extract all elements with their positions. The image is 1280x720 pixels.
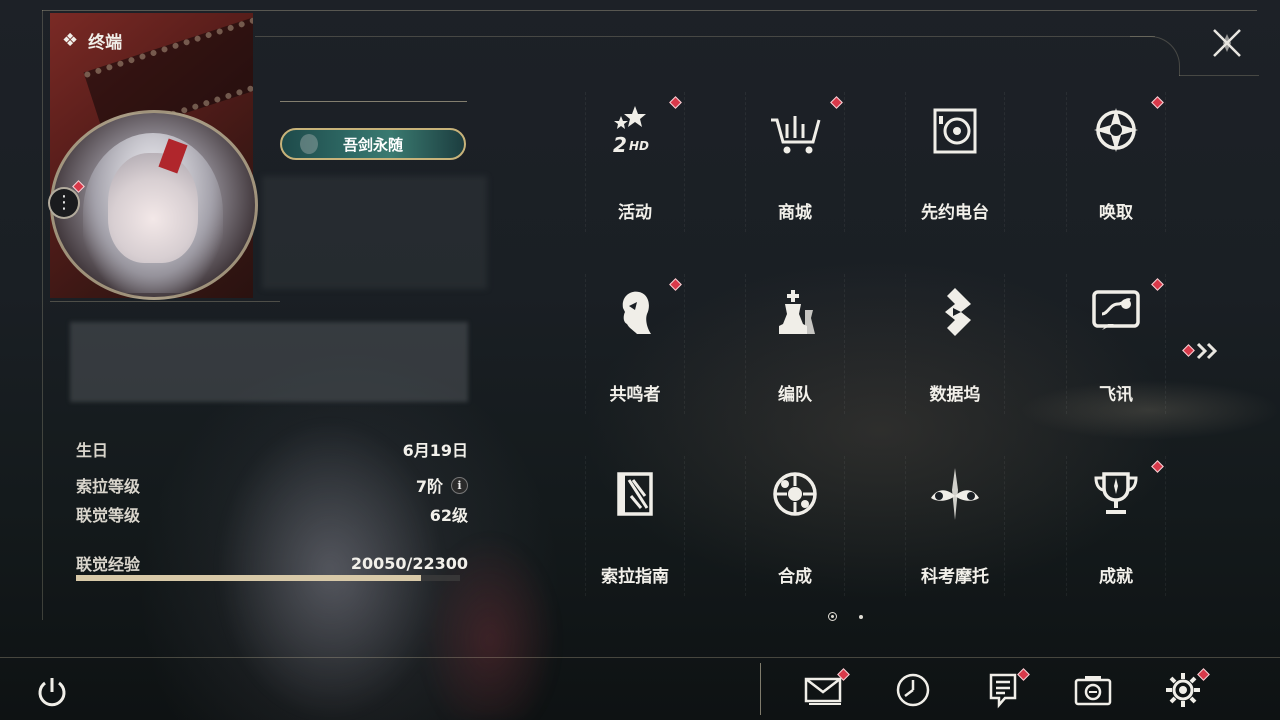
page-dot[interactable]	[859, 614, 863, 619]
frame-line-left	[42, 10, 43, 620]
menu-item-label: 活动	[618, 203, 652, 223]
menu-item-label: 科考摩托	[921, 567, 989, 587]
frame-line-right	[1179, 75, 1259, 76]
title-badge-icon	[300, 134, 318, 154]
guidebook-icon	[617, 472, 653, 516]
next-page-button[interactable]	[1180, 338, 1224, 364]
event-2hd-icon: 2 HD	[613, 106, 649, 157]
menu-item-label: 合成	[778, 567, 812, 587]
stat-label: 索拉等级	[76, 477, 141, 496]
menu-item-events[interactable]: 2 HD 活动	[585, 92, 685, 232]
power-icon	[38, 678, 66, 707]
more-vertical-icon: ⋮	[55, 192, 73, 213]
camera-icon	[1074, 676, 1112, 706]
close-icon	[1213, 29, 1241, 57]
settings-button[interactable]	[1163, 668, 1210, 710]
resonator-head-icon	[622, 291, 651, 334]
exp-progress-fill	[76, 575, 422, 581]
frame-line-top	[42, 10, 1257, 11]
stat-sol-rank: 索拉等级 7阶 i	[76, 473, 468, 497]
exp-value: 20050/22300	[350, 553, 468, 573]
frame-line-inner	[255, 36, 1155, 37]
terminal-diamond-icon: ❖	[62, 30, 79, 51]
menu-item-data-bank[interactable]: 数据坞	[905, 274, 1005, 414]
mail-icon	[804, 677, 842, 705]
camera-button[interactable]	[1073, 670, 1113, 710]
menu-item-label: 成就	[1099, 567, 1133, 587]
page-title: ❖ 终端	[62, 28, 122, 53]
menu-item-guidebook[interactable]: 索拉指南	[585, 456, 685, 596]
stat-birthday: 生日 6月19日	[76, 437, 468, 461]
stat-value: 6月19日	[402, 441, 468, 460]
stat-value: 62级	[429, 506, 468, 525]
stat-label: 生日	[76, 441, 109, 460]
menu-item-resonators[interactable]: 共鸣者	[585, 274, 685, 414]
blurred-info-area	[262, 176, 487, 289]
clock-button[interactable]	[893, 670, 933, 710]
bottom-divider	[760, 663, 761, 715]
menu-item-team[interactable]: 编队	[745, 274, 845, 414]
page-dot-active[interactable]	[828, 612, 837, 621]
frame-curve	[1130, 36, 1180, 76]
avatar-face	[108, 153, 198, 263]
menu-item-shop[interactable]: 商城	[745, 92, 845, 232]
menu-item-label: 先约电台	[921, 203, 989, 223]
menu-item-messages[interactable]: 飞讯	[1066, 274, 1166, 414]
menu-item-label: 飞讯	[1099, 385, 1133, 405]
trophy-icon	[1094, 472, 1138, 514]
menu-item-label: 唤取	[1099, 203, 1133, 223]
avatar-separator	[50, 301, 280, 302]
motorcycle-icon	[931, 468, 979, 520]
frame-line-bottom	[0, 657, 1280, 658]
more-options-button[interactable]: ⋮	[48, 187, 80, 219]
title-badge-label: 吾剑永随	[342, 135, 403, 154]
message-chat-icon	[1092, 290, 1140, 330]
stat-union-exp: 联觉经验 20050/22300	[76, 551, 468, 575]
clock-icon	[896, 673, 930, 707]
convene-compass-icon	[1094, 108, 1138, 152]
mail-button[interactable]	[803, 668, 850, 710]
stat-label: 联觉经验	[76, 555, 141, 574]
page-dot-inner	[831, 615, 834, 618]
shop-cart-icon	[771, 116, 821, 154]
settings-gear-icon	[1166, 673, 1200, 707]
menu-item-convene[interactable]: 唤取	[1066, 92, 1166, 232]
page-title-text: 终端	[88, 33, 123, 53]
menu-item-synthesis[interactable]: 合成	[745, 456, 845, 596]
menu-item-label: 数据坞	[929, 385, 981, 405]
exp-progress-bar	[76, 575, 460, 581]
menu-item-label: 商城	[778, 203, 812, 223]
synthesis-icon	[773, 472, 817, 516]
svg-text:2: 2	[613, 133, 627, 157]
team-chess-icon	[779, 290, 815, 334]
notice-icon	[989, 673, 1017, 709]
menu-item-radio[interactable]: 先约电台	[905, 92, 1005, 232]
power-button[interactable]	[34, 674, 70, 710]
data-bank-icon	[945, 288, 971, 336]
name-underline	[280, 101, 467, 102]
menu-item-achievements[interactable]: 成就	[1066, 456, 1166, 596]
avatar[interactable]	[50, 110, 258, 300]
stat-label: 联觉等级	[76, 506, 141, 525]
close-button[interactable]	[1210, 26, 1244, 60]
double-chevron-right-icon	[1196, 342, 1218, 360]
info-icon[interactable]: i	[451, 476, 468, 494]
radio-icon	[933, 108, 977, 154]
page-indicator	[828, 612, 863, 621]
stat-union-level: 联觉等级 62级	[76, 502, 468, 526]
stat-value-group: 7阶 i	[416, 473, 468, 497]
badge-dot	[1182, 344, 1195, 357]
svg-text:HD: HD	[629, 139, 649, 153]
menu-item-label: 编队	[778, 385, 812, 405]
notice-button[interactable]	[983, 668, 1030, 710]
blurred-signature-area	[70, 322, 468, 402]
menu-item-label: 索拉指南	[601, 567, 669, 587]
menu-item-label: 共鸣者	[609, 385, 661, 405]
stat-value: 7阶	[415, 477, 443, 496]
title-badge[interactable]: 吾剑永随	[280, 128, 466, 160]
menu-item-motorcycle[interactable]: 科考摩托	[905, 456, 1005, 596]
